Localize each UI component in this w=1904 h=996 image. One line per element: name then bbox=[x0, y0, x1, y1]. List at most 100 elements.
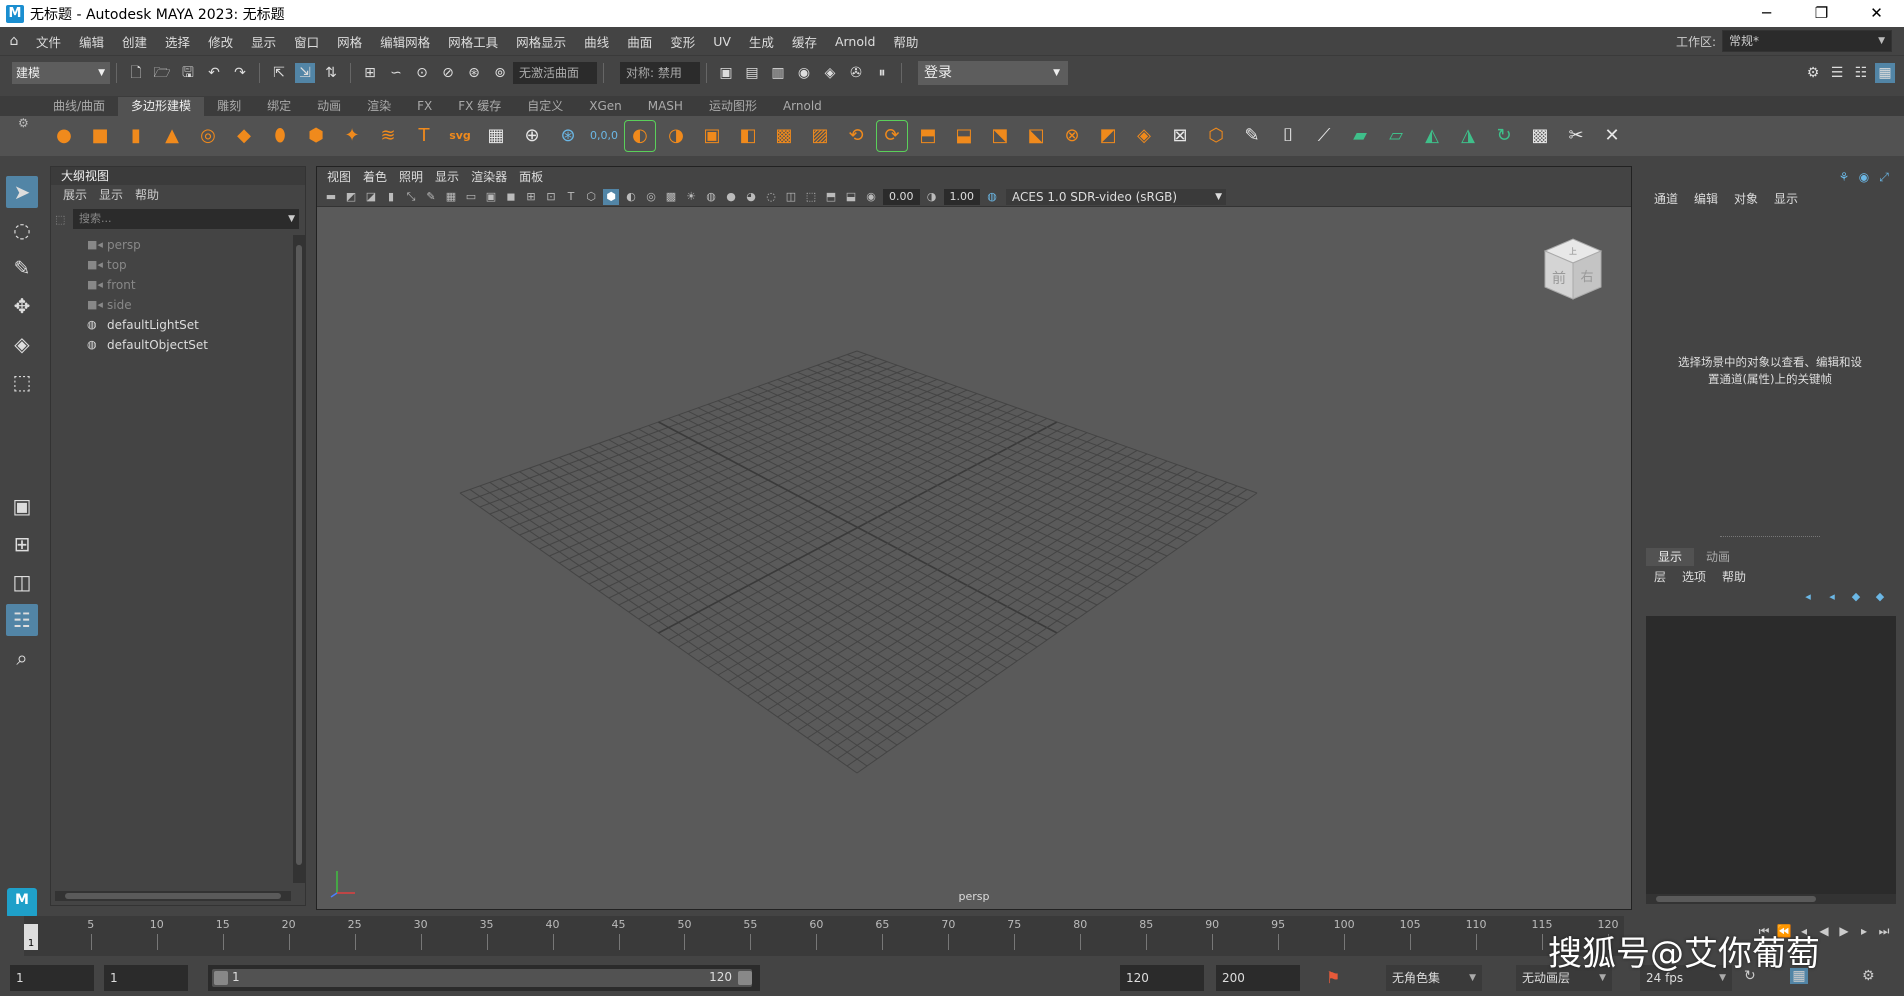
new-layer-selected-icon[interactable]: ◆ bbox=[1868, 590, 1892, 603]
poly-torus-icon[interactable]: ◎ bbox=[193, 121, 223, 151]
uv-editor-icon[interactable]: ▦ bbox=[481, 121, 511, 151]
tab-display-layers[interactable]: 显示 bbox=[1646, 548, 1695, 566]
channel-box-icon[interactable]: ▦ bbox=[1875, 63, 1895, 83]
extract-icon[interactable]: ⟳ bbox=[876, 120, 908, 152]
safe-action-icon[interactable]: ⊡ bbox=[543, 189, 559, 205]
menu-modify[interactable]: 修改 bbox=[200, 32, 243, 51]
checker-icon[interactable]: ▩ bbox=[1525, 121, 1555, 151]
combine-icon[interactable]: ◐ bbox=[624, 120, 656, 152]
live-surface-field[interactable]: 无激活曲面 bbox=[513, 62, 597, 84]
menu-display[interactable]: 显示 bbox=[243, 32, 286, 51]
mirror-icon[interactable]: ▩ bbox=[769, 121, 799, 151]
play-forward-icon[interactable]: ▶ bbox=[1834, 924, 1854, 939]
menu-create[interactable]: 创建 bbox=[114, 32, 157, 51]
channel-box-toggle-icon[interactable]: ⚘ bbox=[1834, 166, 1854, 188]
shelf-tab-motion-graphics[interactable]: 运动图形 bbox=[696, 97, 770, 116]
menu-cache[interactable]: 缓存 bbox=[784, 32, 827, 51]
ambient-occlusion-icon[interactable]: ● bbox=[723, 189, 739, 205]
quad-draw-icon[interactable]: ✎ bbox=[1237, 121, 1267, 151]
snap-view-icon[interactable]: ⊘ bbox=[438, 63, 458, 83]
color-management-icon[interactable]: ◍ bbox=[984, 189, 1000, 205]
type-icon[interactable]: T bbox=[409, 121, 439, 151]
scroll-thumb[interactable] bbox=[296, 245, 302, 865]
pref-icon[interactable]: ⚙ bbox=[1862, 968, 1875, 984]
paint-select-icon[interactable]: ✎ bbox=[6, 252, 38, 284]
layer-menu-help[interactable]: 帮助 bbox=[1714, 568, 1754, 586]
shelf-tab-mash[interactable]: MASH bbox=[635, 97, 696, 116]
separate-icon[interactable]: ◑ bbox=[661, 121, 691, 151]
current-time-indicator[interactable]: 1 bbox=[24, 924, 38, 950]
outliner-vscrollbar[interactable] bbox=[293, 235, 305, 883]
snap-vertex-icon[interactable]: ⊚ bbox=[490, 63, 510, 83]
menu-curves[interactable]: 曲线 bbox=[576, 32, 619, 51]
shelf-tab-xgen[interactable]: XGen bbox=[576, 97, 635, 116]
poly-cylinder-icon[interactable]: ▮ bbox=[121, 121, 151, 151]
list-item[interactable]: ■◂ top bbox=[51, 255, 291, 275]
layout-uv-icon[interactable]: ↻ bbox=[1489, 121, 1519, 151]
single-view-layout-icon[interactable]: ▣ bbox=[6, 490, 38, 522]
edge-loop-icon[interactable]: ⌷ bbox=[1273, 121, 1303, 151]
unfold-uv-icon[interactable]: ◮ bbox=[1453, 121, 1483, 151]
menu-mesh[interactable]: 网格 bbox=[329, 32, 372, 51]
menu-windows[interactable]: 窗口 bbox=[286, 32, 329, 51]
four-view-layout-icon[interactable]: ⊞ bbox=[6, 528, 38, 560]
list-item[interactable]: ■◂ persp bbox=[51, 235, 291, 255]
viewport-menu-view[interactable]: 视图 bbox=[321, 167, 357, 187]
cb-menu-channels[interactable]: 通道 bbox=[1646, 188, 1686, 210]
sew-uv-icon[interactable]: ✕ bbox=[1597, 121, 1627, 151]
xray-components-icon[interactable]: ⬓ bbox=[843, 189, 859, 205]
scene-start-field[interactable]: 1 bbox=[10, 965, 94, 991]
outliner-menu-show[interactable]: 展示 bbox=[57, 185, 93, 205]
login-dropdown[interactable]: 登录 bbox=[918, 61, 1068, 85]
cb-menu-edit[interactable]: 编辑 bbox=[1686, 188, 1726, 210]
camera-select-icon[interactable]: ▬ bbox=[323, 189, 339, 205]
resolution-gate-icon[interactable]: ▣ bbox=[483, 189, 499, 205]
auto-key-icon[interactable]: ⚑ bbox=[1326, 968, 1340, 987]
gamma-icon[interactable]: ◑ bbox=[924, 189, 940, 205]
smooth-shade-icon[interactable]: ⬢ bbox=[603, 188, 619, 205]
gamma-field[interactable]: 1.00 bbox=[943, 188, 980, 205]
render-setup-icon[interactable]: ◈ bbox=[820, 63, 840, 83]
connect-icon[interactable]: ⟋ bbox=[1309, 121, 1339, 151]
outliner-layout-icon[interactable]: ☷ bbox=[6, 604, 38, 636]
scroll-thumb[interactable] bbox=[65, 893, 281, 899]
shelf-tab-rendering[interactable]: 渲染 bbox=[354, 97, 404, 116]
shelf-tab-custom[interactable]: 自定义 bbox=[514, 97, 576, 116]
snap-curve-icon[interactable]: ∽ bbox=[386, 63, 406, 83]
film-gate-icon[interactable]: ▭ bbox=[463, 189, 479, 205]
exposure-field[interactable]: 0.00 bbox=[883, 188, 920, 205]
rotate-tool-icon[interactable]: ◈ bbox=[6, 328, 38, 360]
workspace-select[interactable]: 常规* bbox=[1722, 30, 1892, 52]
field-chart-icon[interactable]: ⊞ bbox=[523, 189, 539, 205]
layer-menu-layers[interactable]: 层 bbox=[1646, 568, 1674, 586]
menu-deform[interactable]: 变形 bbox=[662, 32, 705, 51]
super-shape-icon[interactable]: ✦ bbox=[337, 121, 367, 151]
step-forward-icon[interactable]: ▸ bbox=[1854, 924, 1874, 939]
home-icon[interactable]: ⌂ bbox=[0, 33, 28, 49]
panel-splitter[interactable] bbox=[1720, 536, 1820, 537]
shelf-tab-animation[interactable]: 动画 bbox=[304, 97, 354, 116]
list-item[interactable]: ◍ defaultLightSet bbox=[51, 315, 291, 335]
select-component-icon[interactable]: ⇅ bbox=[321, 63, 341, 83]
character-set-select[interactable]: 无角色集 bbox=[1386, 965, 1482, 991]
boolean-icon[interactable]: ◧ bbox=[733, 121, 763, 151]
viewcube-front-label[interactable]: 前 bbox=[1552, 270, 1566, 287]
shadows-icon[interactable]: ◍ bbox=[703, 189, 719, 205]
layer-list-area[interactable] bbox=[1646, 616, 1896, 898]
auto-uv-icon[interactable]: ▱ bbox=[1381, 121, 1411, 151]
bridge-icon[interactable]: ⬓ bbox=[949, 121, 979, 151]
scroll-thumb[interactable] bbox=[1656, 896, 1816, 902]
outliner-hscrollbar[interactable] bbox=[55, 891, 291, 901]
viewcube-top-label[interactable]: 上 bbox=[1569, 247, 1577, 256]
select-object-icon[interactable]: ⇲ bbox=[295, 63, 315, 83]
two-d-pan-icon[interactable]: ⤡ bbox=[403, 189, 419, 205]
select-tool-icon[interactable]: ➤ bbox=[6, 176, 38, 208]
xray-icon[interactable]: ⬚ bbox=[803, 189, 819, 205]
scene-end-field[interactable]: 200 bbox=[1216, 965, 1300, 991]
camera-attributes-icon[interactable]: ◩ bbox=[343, 189, 359, 205]
filter-icon[interactable]: ⬚ bbox=[55, 213, 73, 226]
attribute-editor-toggle-icon[interactable]: ◉ bbox=[1854, 166, 1874, 188]
save-scene-icon[interactable]: 🖫 bbox=[178, 63, 198, 83]
select-hierarchy-icon[interactable]: ⇱ bbox=[269, 63, 289, 83]
platonic-solid-icon[interactable]: ⬢ bbox=[301, 121, 331, 151]
